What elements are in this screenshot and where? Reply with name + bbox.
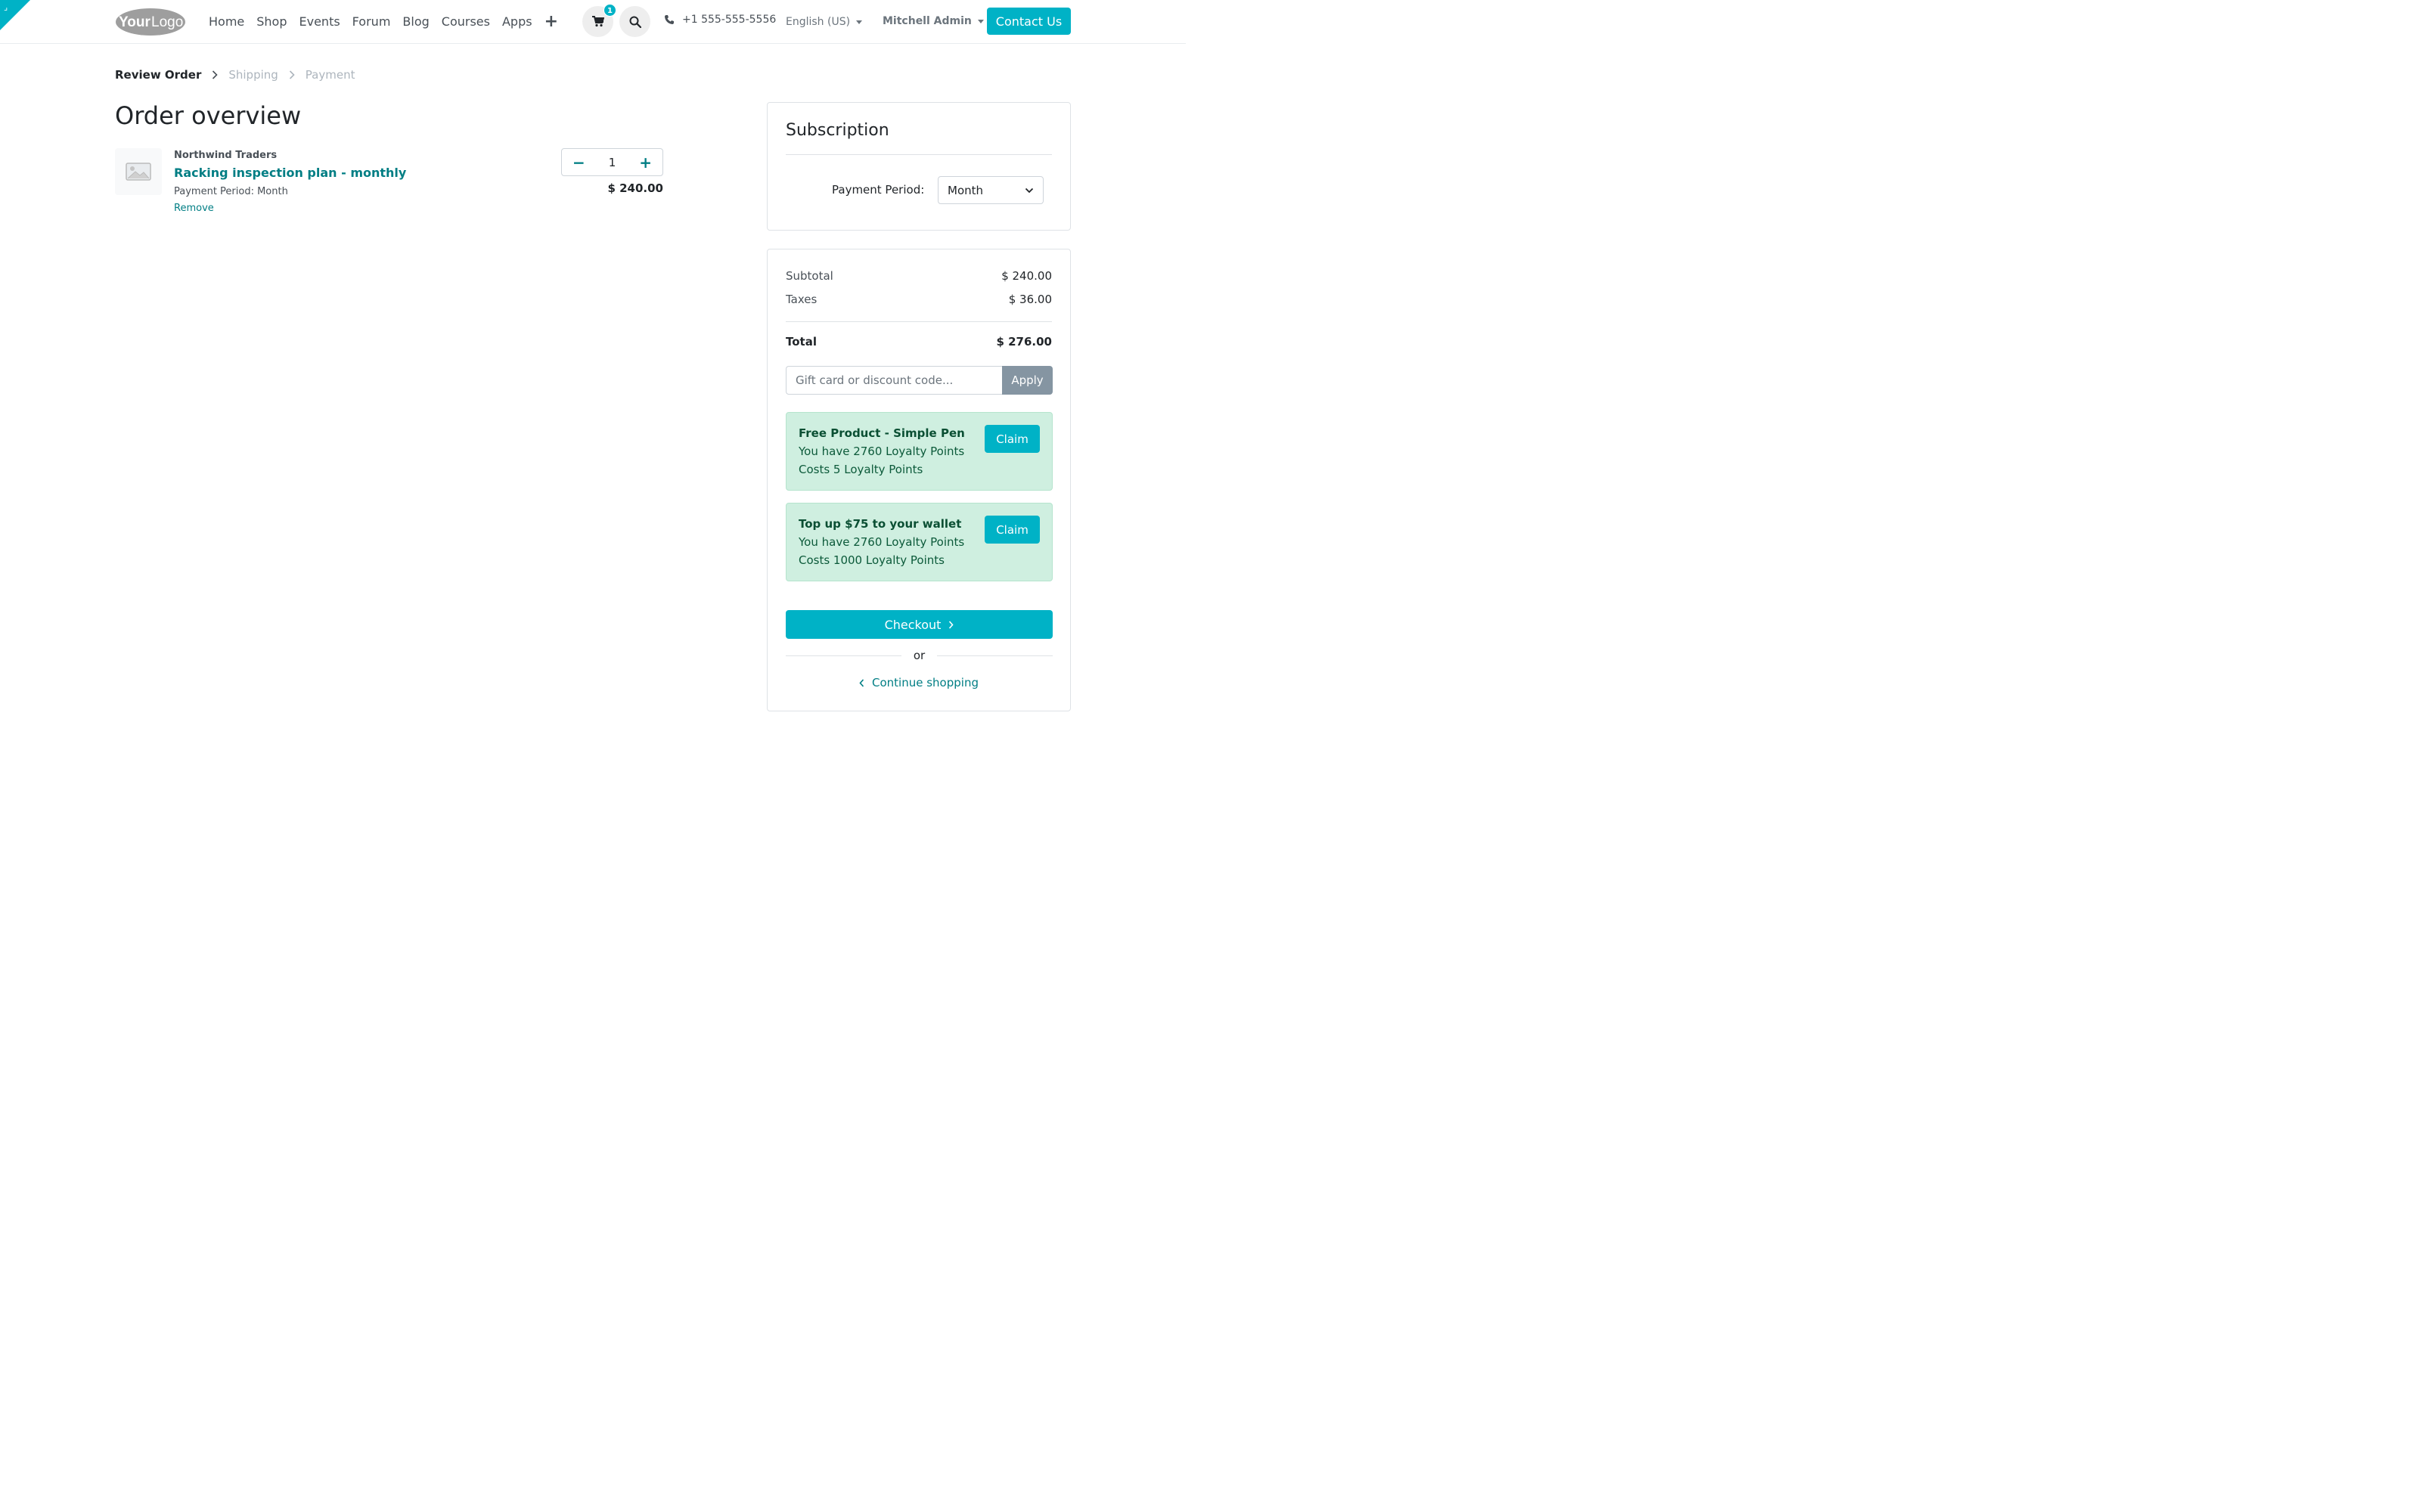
checkout-button[interactable]: Checkout <box>786 610 1053 639</box>
reward-title: Top up $75 to your wallet <box>799 517 962 531</box>
page-title: Order overview <box>115 101 302 130</box>
nav-forum[interactable]: Forum <box>346 14 397 29</box>
reward-points-balance: You have 2760 Loyalty Points <box>799 535 965 549</box>
divider <box>786 154 1052 155</box>
payment-period-label: Payment Period: <box>832 183 925 197</box>
site-header: Your Logo Home Shop Events Forum Blog Co… <box>0 0 1186 44</box>
continue-shopping-link[interactable]: Continue shopping <box>768 676 1070 689</box>
step-review-order[interactable]: Review Order <box>115 68 201 82</box>
chevron-down-icon <box>856 20 863 24</box>
svg-text:Your: Your <box>119 14 150 30</box>
claim-reward-button[interactable]: Claim <box>985 516 1040 544</box>
product-payment-period: Payment Period: Month <box>174 186 288 197</box>
taxes-label: Taxes <box>786 293 818 306</box>
product-vendor: Northwind Traders <box>174 150 278 161</box>
nav-home[interactable]: Home <box>203 14 250 29</box>
payment-period-select[interactable]: Month <box>938 176 1044 204</box>
divider <box>786 321 1052 322</box>
step-payment: Payment <box>305 68 355 82</box>
divider <box>937 655 1053 656</box>
phone-contact[interactable]: +1 555-555-5556 <box>664 14 776 26</box>
language-label: English (US) <box>786 16 851 28</box>
promo-code-form: Apply <box>786 366 1053 395</box>
main-nav: Home Shop Events Forum Blog Courses Apps… <box>203 0 564 42</box>
phone-number[interactable]: +1 555-555-5556 <box>682 14 776 26</box>
user-menu[interactable]: Mitchell Admin <box>883 15 984 27</box>
or-divider: or <box>786 649 1053 662</box>
nav-apps[interactable]: Apps <box>496 14 538 29</box>
subtotal-row: Subtotal $ 240.00 <box>786 269 1052 283</box>
taxes-row: Taxes $ 36.00 <box>786 293 1052 306</box>
nav-shop[interactable]: Shop <box>250 14 293 29</box>
chevron-right-icon <box>289 70 295 79</box>
or-label: or <box>913 649 926 662</box>
site-logo[interactable]: Your Logo <box>115 8 186 36</box>
search-button[interactable] <box>619 6 650 37</box>
phone-icon <box>665 15 674 24</box>
decrease-quantity-icon[interactable]: − <box>572 155 585 170</box>
search-icon <box>629 16 641 28</box>
order-summary-card: Subtotal $ 240.00 Taxes $ 36.00 Total $ … <box>767 249 1071 711</box>
increase-quantity-icon[interactable]: + <box>639 155 652 170</box>
editor-toggle-icon: ⌟ <box>4 2 8 12</box>
divider <box>786 655 901 656</box>
checkout-label: Checkout <box>884 617 942 632</box>
add-menu-plus-icon[interactable]: + <box>538 12 564 31</box>
chevron-down-icon <box>977 19 984 23</box>
reward-title: Free Product - Simple Pen <box>799 426 965 440</box>
cart-count-badge: 1 <box>603 4 616 17</box>
nav-courses[interactable]: Courses <box>436 14 496 29</box>
product-thumbnail[interactable] <box>115 148 162 195</box>
nav-blog[interactable]: Blog <box>396 14 435 29</box>
total-amount: $ 276.00 <box>996 335 1052 349</box>
svg-text:Logo: Logo <box>151 14 183 30</box>
chevron-right-icon <box>949 620 954 629</box>
editor-corner-flag[interactable]: ⌟ <box>0 0 30 30</box>
product-name-link[interactable]: Racking inspection plan - monthly <box>174 166 406 180</box>
chevron-right-icon <box>212 70 218 79</box>
quantity-value[interactable]: 1 <box>609 156 616 169</box>
chevron-left-icon <box>859 678 864 687</box>
step-shipping: Shipping <box>228 68 278 82</box>
total-row: Total $ 276.00 <box>786 335 1052 349</box>
claim-reward-button[interactable]: Claim <box>985 425 1040 453</box>
image-placeholder-icon <box>126 163 151 181</box>
reward-points-balance: You have 2760 Loyalty Points <box>799 445 965 458</box>
user-name: Mitchell Admin <box>883 15 972 27</box>
payment-period-value: Month <box>948 183 984 197</box>
subtotal-label: Subtotal <box>786 269 833 283</box>
total-label: Total <box>786 335 817 349</box>
language-selector[interactable]: English (US) <box>786 16 863 28</box>
quantity-stepper: − 1 + <box>561 148 663 176</box>
cart-icon <box>591 16 604 27</box>
line-price: $ 240.00 <box>607 181 663 195</box>
nav-events[interactable]: Events <box>293 14 346 29</box>
subscription-title: Subscription <box>786 121 889 140</box>
taxes-amount: $ 36.00 <box>1008 293 1052 306</box>
reward-card: Free Product - Simple Pen You have 2760 … <box>786 412 1053 491</box>
reward-cost: Costs 5 Loyalty Points <box>799 463 923 476</box>
subtotal-amount: $ 240.00 <box>1001 269 1052 283</box>
reward-card: Top up $75 to your wallet You have 2760 … <box>786 503 1053 581</box>
contact-us-button[interactable]: Contact Us <box>987 8 1071 35</box>
remove-item-link[interactable]: Remove <box>174 203 214 214</box>
promo-code-input[interactable] <box>786 366 1002 395</box>
continue-shopping-label: Continue shopping <box>872 676 979 689</box>
reward-cost: Costs 1000 Loyalty Points <box>799 553 945 567</box>
checkout-steps: Review Order Shipping Payment <box>115 68 355 82</box>
subscription-card: Subscription Payment Period: Month <box>767 102 1071 231</box>
chevron-down-icon <box>1025 187 1034 193</box>
apply-promo-button[interactable]: Apply <box>1002 366 1053 395</box>
